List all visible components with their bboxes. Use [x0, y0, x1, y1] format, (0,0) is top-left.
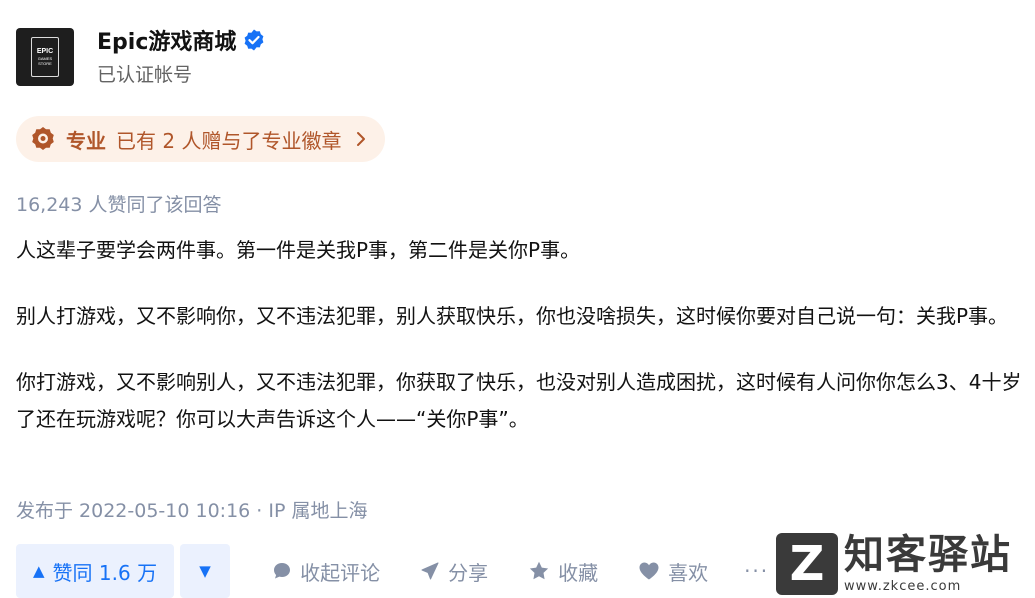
answer-content: 人这辈子要学会两件事。第一件是关我P事，第二件是关你P事。 别人打游戏，又不影响…	[16, 232, 1028, 467]
vote-up-button[interactable]: ▲ 赞同 1.6 万	[16, 544, 175, 598]
comment-icon	[274, 563, 291, 579]
like-label: 喜欢	[668, 560, 709, 585]
badge-medal-icon	[32, 127, 54, 150]
action-bar: ▲ 赞同 1.6 万 ▼ 收起评论 分享 收藏 喜欢 ···	[16, 544, 769, 598]
verified-icon	[244, 29, 264, 51]
votes-summary[interactable]: 16,243 人赞同了该回答	[16, 190, 222, 217]
badge-text: 已有 2 人赠与了专业徽章	[116, 128, 342, 153]
watermark-logo: Z	[776, 533, 838, 595]
author-name[interactable]: Epic游戏商城	[97, 24, 236, 56]
watermark-title: 知客驿站	[844, 532, 1012, 578]
share-icon	[421, 562, 439, 580]
author-verified-text: 已认证帐号	[97, 64, 193, 86]
star-icon	[529, 561, 549, 580]
watermark-url: www.zkcee.com	[844, 579, 962, 594]
avatar-line1: EPIC	[36, 47, 54, 55]
share-button[interactable]: 分享	[420, 557, 488, 586]
author-avatar[interactable]: EPIC GAMES STORE	[16, 27, 74, 86]
vote-down-button[interactable]: ▼	[180, 544, 231, 598]
publish-info: 发布于 2022-05-10 10:16 · IP 属地上海	[16, 500, 368, 522]
more-button[interactable]: ···	[744, 559, 769, 583]
share-label: 分享	[448, 560, 489, 585]
vote-up-label: 赞同 1.6 万	[52, 560, 158, 585]
author-block: EPIC GAMES STORE Epic游戏商城 已认证帐号	[16, 26, 266, 87]
comment-label: 收起评论	[300, 560, 381, 585]
heart-icon	[639, 562, 659, 580]
epic-games-logo: EPIC GAMES STORE	[31, 36, 59, 77]
watermark: Z 知客驿站 www.zkcee.com	[776, 530, 1035, 598]
like-button[interactable]: 喜欢	[638, 557, 708, 586]
avatar-line3: STORE	[38, 60, 52, 66]
comment-button[interactable]: 收起评论	[272, 557, 380, 586]
triangle-up-icon: ▲	[33, 562, 45, 580]
collect-label: 收藏	[558, 560, 599, 585]
triangle-down-icon: ▼	[199, 562, 211, 580]
professional-badge[interactable]: 专业 已有 2 人赠与了专业徽章	[16, 116, 386, 162]
answer-paragraph: 别人打游戏，又不影响你，又不违法犯罪，别人获取快乐，你也没啥损失，这时候你要对自…	[16, 304, 1009, 328]
answer-paragraph: 人这辈子要学会两件事。第一件是关我P事，第二件是关你P事。	[16, 238, 581, 262]
chevron-right-icon	[357, 132, 366, 146]
badge-label: 专业	[66, 128, 106, 153]
answer-paragraph: 你打游戏，又不影响别人，又不违法犯罪，你获取了快乐，也没对别人造成困扰，这时候有…	[16, 370, 1022, 431]
collect-button[interactable]: 收藏	[528, 557, 598, 586]
